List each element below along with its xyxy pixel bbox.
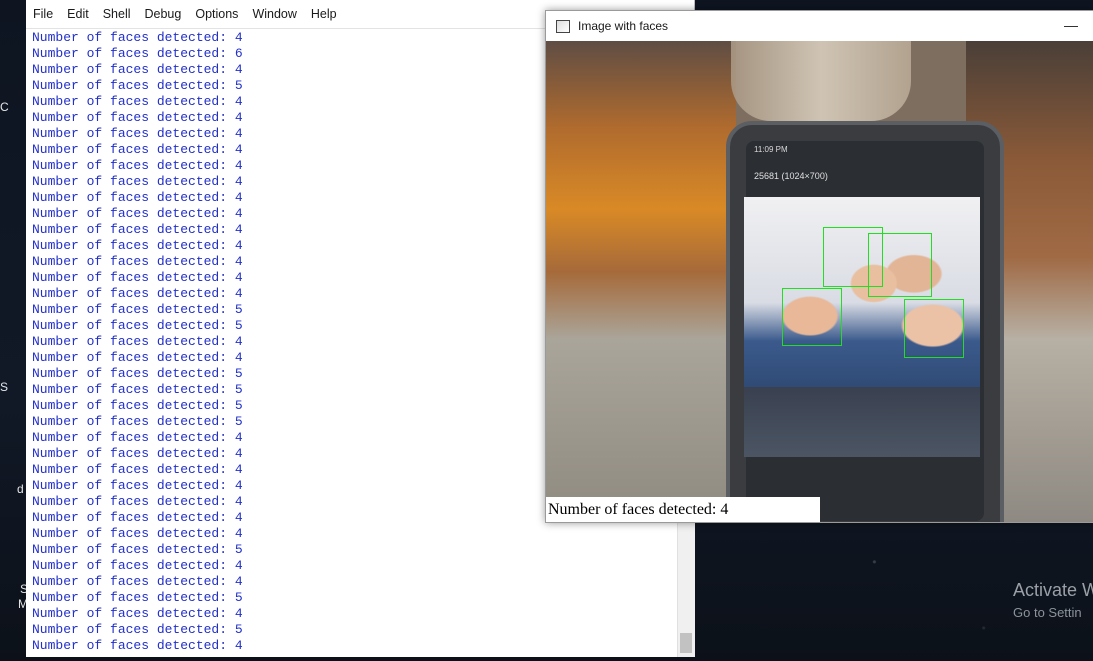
background-scene-left — [546, 41, 736, 522]
image-window[interactable]: Image with faces — 11:09 PM 25681 (1024×… — [545, 10, 1093, 523]
menu-edit[interactable]: Edit — [60, 0, 96, 28]
output-line: Number of faces detected: 4 — [32, 526, 243, 541]
output-line: Number of faces detected: 4 — [32, 574, 243, 589]
desktop-label: C — [0, 100, 9, 114]
menu-options[interactable]: Options — [188, 0, 245, 28]
menu-debug[interactable]: Debug — [138, 0, 189, 28]
minimize-icon[interactable]: — — [1064, 17, 1078, 33]
desktop-label: S — [0, 380, 9, 394]
menu-shell[interactable]: Shell — [96, 0, 138, 28]
face-box — [904, 299, 964, 358]
activate-windows-title: Activate W — [1013, 580, 1093, 600]
window-title: Image with faces — [578, 19, 669, 33]
family-photo — [744, 197, 980, 389]
phone-appbar-title: 25681 (1024×700) — [754, 171, 828, 181]
bottle-image — [731, 41, 911, 121]
output-line: Number of faces detected: 5 — [32, 542, 243, 557]
desktop-label: d — [17, 482, 24, 496]
output-line: Number of faces detected: 5 — [32, 622, 243, 637]
phone-status-time: 11:09 PM — [754, 145, 788, 154]
face-count-overlay: Number of faces detected: 4 — [546, 497, 820, 522]
menu-file[interactable]: File — [26, 0, 60, 28]
face-box — [782, 288, 842, 346]
menu-window[interactable]: Window — [245, 0, 303, 28]
activate-windows-link[interactable]: Go to Settin — [1013, 605, 1082, 620]
photo-keyboard — [744, 387, 980, 457]
output-line: Number of faces detected: 4 — [32, 558, 243, 573]
menu-help[interactable]: Help — [304, 0, 344, 28]
output-line: Number of faces detected: 4 — [32, 638, 243, 653]
output-line: Number of faces detected: 5 — [32, 590, 243, 605]
output-line: Number of faces detected: 4 — [32, 606, 243, 621]
scrollbar-thumb[interactable] — [680, 633, 692, 653]
image-window-titlebar[interactable]: Image with faces — — [546, 11, 1093, 41]
face-box — [868, 233, 932, 297]
window-app-icon — [556, 19, 570, 33]
camera-frame: 11:09 PM 25681 (1024×700) Number of face… — [546, 41, 1093, 522]
